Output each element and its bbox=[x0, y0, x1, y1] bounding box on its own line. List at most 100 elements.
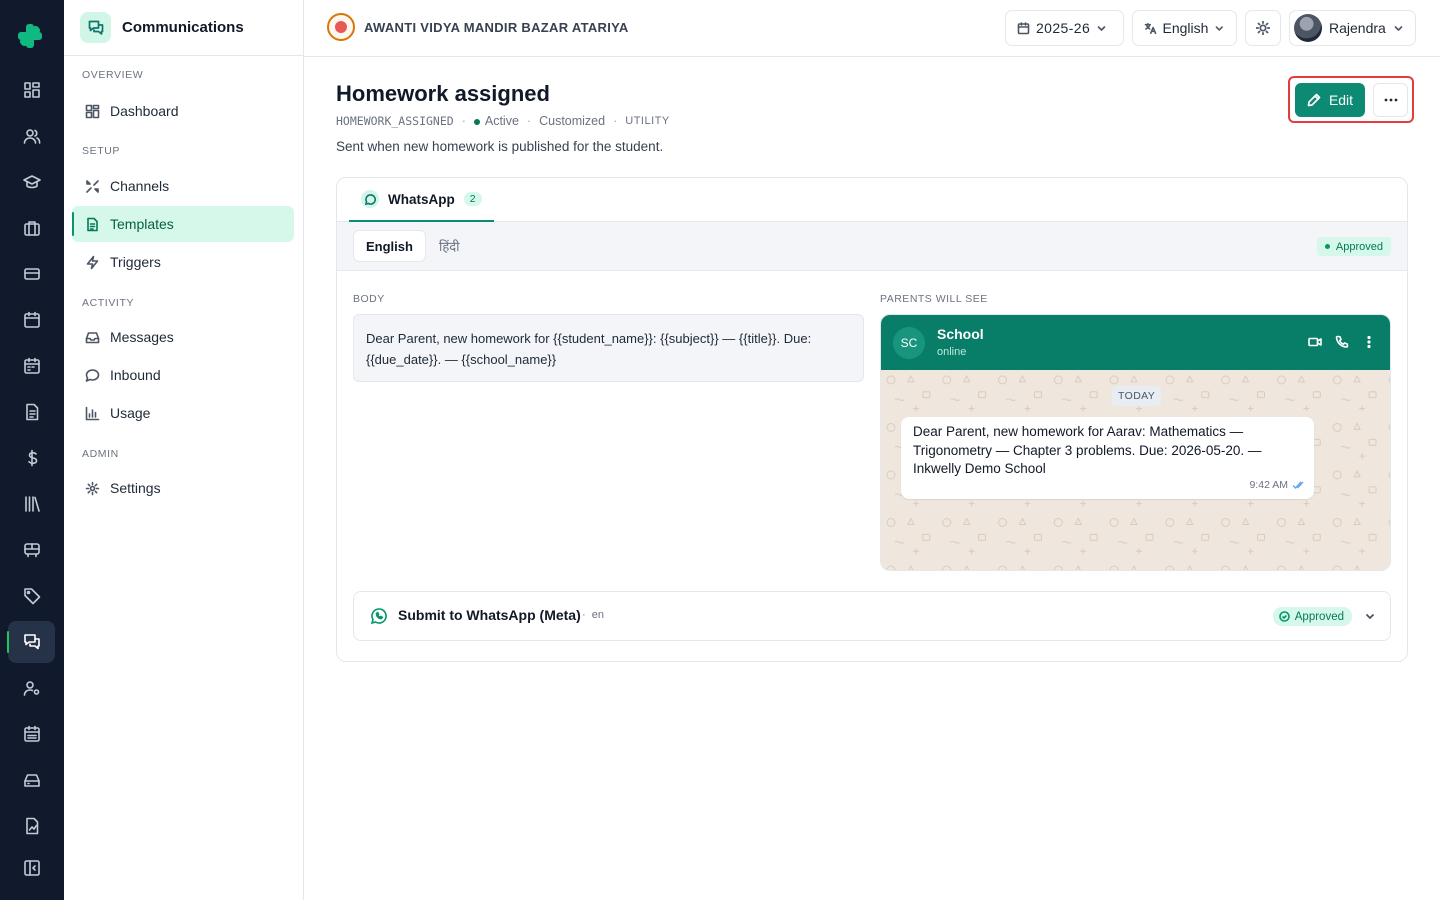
rail-academics-icon[interactable] bbox=[8, 161, 55, 203]
app-rail bbox=[0, 0, 64, 900]
dashboard-icon bbox=[85, 104, 100, 118]
whatsapp-preview: SC School online TODAY Dear Parent, new … bbox=[880, 314, 1391, 571]
sidebar-item-settings[interactable]: Settings bbox=[72, 470, 294, 506]
rail-briefcase-icon[interactable] bbox=[8, 207, 55, 249]
rail-dollar-icon[interactable] bbox=[8, 437, 55, 479]
template-description: Sent when new homework is published for … bbox=[336, 139, 664, 154]
edit-button[interactable]: Edit bbox=[1295, 83, 1365, 117]
theme-toggle-button[interactable] bbox=[1245, 10, 1281, 46]
rail-users-icon[interactable] bbox=[8, 115, 55, 157]
rail-reports-icon[interactable] bbox=[8, 805, 55, 847]
academic-year-value: 2025-26 bbox=[1036, 20, 1091, 36]
tab-language-hindi[interactable]: हिंदी bbox=[439, 230, 460, 262]
category-label: UTILITY bbox=[625, 115, 670, 127]
section-activity: ACTIVITY bbox=[82, 297, 135, 309]
sidebar-item-label: Templates bbox=[110, 216, 174, 232]
submission-row[interactable]: Submit to WhatsApp (Meta) · en Approved bbox=[353, 591, 1391, 641]
language-tabs: English हिंदी Approved bbox=[337, 222, 1407, 271]
check-circle-icon bbox=[1278, 611, 1290, 622]
inbox-icon bbox=[85, 331, 100, 343]
approval-status-badge: Approved bbox=[1316, 237, 1391, 256]
chevron-down-icon bbox=[1097, 25, 1106, 31]
user-menu[interactable]: Rajendra bbox=[1289, 10, 1416, 46]
status-badge: Active bbox=[473, 114, 519, 128]
rail-tag-icon[interactable] bbox=[8, 575, 55, 617]
whatsapp-icon bbox=[370, 607, 388, 625]
chat-area: TODAY Dear Parent, new homework for Aara… bbox=[881, 370, 1390, 570]
app-logo-icon[interactable] bbox=[16, 22, 44, 50]
section-overview: OVERVIEW bbox=[82, 69, 144, 81]
submission-language: · en bbox=[582, 609, 605, 621]
tab-whatsapp[interactable]: WhatsApp 2 bbox=[349, 178, 494, 222]
communications-icon bbox=[80, 12, 111, 43]
submission-title: Submit to WhatsApp (Meta) bbox=[398, 607, 581, 623]
status-dot bbox=[1324, 244, 1330, 249]
sidebar-item-label: Inbound bbox=[110, 367, 161, 383]
rail-document-icon[interactable] bbox=[8, 391, 55, 433]
template-code: HOMEWORK_ASSIGNED bbox=[336, 114, 454, 128]
bar-chart-icon bbox=[85, 406, 100, 420]
sidebar-item-templates[interactable]: Templates bbox=[72, 206, 294, 242]
top-bar: AWANTI VIDYA MANDIR BAZAR ATARIYA 2025-2… bbox=[304, 0, 1440, 57]
rail-events-icon[interactable] bbox=[8, 713, 55, 755]
rail-storage-icon[interactable] bbox=[8, 759, 55, 801]
tab-count-badge: 2 bbox=[463, 192, 482, 206]
rail-schedule-icon[interactable] bbox=[8, 345, 55, 387]
page-title: Homework assigned bbox=[336, 81, 550, 106]
sidebar-item-usage[interactable]: Usage bbox=[72, 395, 294, 431]
template-meta: HOMEWORK_ASSIGNED · Active · Customized … bbox=[336, 114, 670, 128]
rail-library-icon[interactable] bbox=[8, 483, 55, 525]
sidebar-item-inbound[interactable]: Inbound bbox=[72, 357, 294, 393]
chevron-down-icon[interactable] bbox=[1364, 610, 1376, 622]
section-admin: ADMIN bbox=[82, 448, 119, 460]
sidebar-item-label: Dashboard bbox=[110, 103, 179, 119]
gear-icon bbox=[85, 481, 100, 495]
body-label: BODY bbox=[353, 293, 385, 305]
main-content: Homework assigned HOMEWORK_ASSIGNED · Ac… bbox=[304, 57, 1440, 900]
sidebar-item-label: Settings bbox=[110, 480, 161, 496]
user-name: Rajendra bbox=[1329, 20, 1386, 36]
language-select[interactable]: English bbox=[1132, 10, 1237, 46]
status-dot bbox=[473, 119, 480, 125]
separator: · bbox=[526, 114, 532, 128]
sidebar-item-messages[interactable]: Messages bbox=[72, 319, 294, 355]
chevron-down-icon bbox=[1394, 25, 1403, 31]
tab-language-english[interactable]: English bbox=[353, 230, 426, 262]
customization-label: Customized bbox=[539, 114, 606, 128]
sidebar-item-dashboard[interactable]: Dashboard bbox=[72, 93, 294, 129]
sidebar-item-triggers[interactable]: Triggers bbox=[72, 244, 294, 280]
channels-icon bbox=[86, 179, 99, 193]
template-document-icon bbox=[87, 217, 98, 231]
message-text: Dear Parent, new homework for Aarav: Mat… bbox=[913, 424, 1262, 476]
contact-avatar: SC bbox=[893, 327, 925, 359]
phone-icon bbox=[1335, 335, 1349, 348]
sidebar-item-label: Usage bbox=[110, 405, 151, 421]
rail-user-settings-icon[interactable] bbox=[8, 667, 55, 709]
rail-dashboard-icon[interactable] bbox=[8, 69, 55, 111]
rail-calendar-icon[interactable] bbox=[8, 299, 55, 341]
sidebar-item-label: Triggers bbox=[110, 254, 161, 270]
whatsapp-icon bbox=[361, 190, 379, 208]
rail-card-icon[interactable] bbox=[8, 253, 55, 295]
edit-button-label: Edit bbox=[1328, 92, 1354, 108]
contact-name: School bbox=[937, 326, 984, 342]
rail-bus-icon[interactable] bbox=[8, 529, 55, 571]
day-divider: TODAY bbox=[1112, 386, 1162, 406]
avatar bbox=[1294, 14, 1322, 42]
template-card: WhatsApp 2 English हिंदी Approved BODY D… bbox=[336, 177, 1408, 662]
rail-communications-icon[interactable] bbox=[7, 621, 55, 663]
academic-year-select[interactable]: 2025-26 bbox=[1005, 10, 1124, 46]
language-value: English bbox=[1162, 20, 1209, 36]
more-options-button[interactable] bbox=[1373, 83, 1408, 117]
rail-collapse-icon[interactable] bbox=[8, 847, 55, 889]
chat-header-actions bbox=[1308, 335, 1376, 349]
module-sidebar: Communications OVERVIEW Dashboard SETUP … bbox=[64, 0, 304, 900]
separator: · bbox=[613, 114, 618, 128]
calendar-icon bbox=[1017, 21, 1030, 34]
sidebar-item-channels[interactable]: Channels bbox=[72, 168, 294, 204]
sidebar-item-label: Channels bbox=[110, 178, 170, 194]
submission-status-badge: Approved bbox=[1272, 607, 1352, 626]
sun-icon bbox=[1256, 21, 1270, 35]
school-seal-icon bbox=[327, 13, 355, 41]
school-name: AWANTI VIDYA MANDIR BAZAR ATARIYA bbox=[364, 19, 629, 35]
